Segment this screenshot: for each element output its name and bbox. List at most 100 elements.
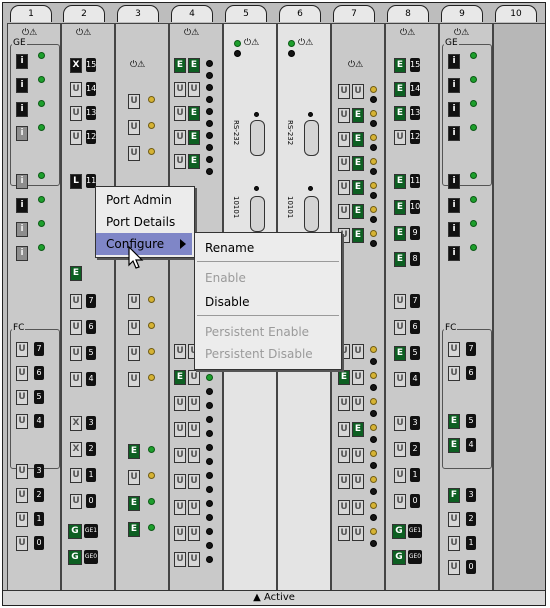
slot-7-port[interactable]: E — [352, 204, 364, 219]
slot-7-port[interactable]: U — [352, 526, 364, 541]
slot-5-serial-port[interactable] — [250, 120, 265, 156]
slot-9-fc-port[interactable]: U — [448, 560, 460, 575]
slot-9-ge-port[interactable]: i — [448, 102, 460, 117]
slot-4-port[interactable]: U — [174, 422, 186, 437]
slot-1-fc-port[interactable]: U — [16, 512, 28, 527]
slot-7-port[interactable]: U — [338, 526, 350, 541]
slot-4-port[interactable]: U — [188, 552, 200, 567]
slot-7-port[interactable]: U — [338, 84, 350, 99]
slot-2-port[interactable]: L — [70, 174, 82, 189]
slot-8-port[interactable]: E — [394, 200, 406, 215]
slot-1-ge-port[interactable]: i — [16, 102, 28, 117]
slot-3-port[interactable]: E — [128, 522, 140, 537]
slot-tab-8[interactable]: 8 — [387, 5, 429, 22]
submenu-item-persistent-enable[interactable]: Persistent Enable — [195, 321, 339, 343]
slot-1-ge-port[interactable]: i — [16, 54, 28, 69]
slot-2-port[interactable]: U — [70, 494, 82, 509]
slot-4-port[interactable]: E — [188, 154, 200, 169]
slot-7-port[interactable]: U — [352, 396, 364, 411]
slot-7-port[interactable]: E — [338, 370, 350, 385]
slot-8-port[interactable]: E — [394, 174, 406, 189]
slot-9-fc-port[interactable]: E — [448, 414, 460, 429]
slot-7-port[interactable]: U — [338, 132, 350, 147]
slot-tab-3[interactable]: 3 — [117, 5, 159, 22]
slot-3-blade[interactable]: ⏻⚠ U U U U U U U E U E E — [115, 23, 169, 593]
slot-6-net-port[interactable] — [304, 196, 319, 232]
slot-9-ge-port[interactable]: i — [448, 174, 460, 189]
slot-10-empty[interactable] — [493, 23, 545, 593]
slot-7-port[interactable]: U — [338, 156, 350, 171]
slot-7-port[interactable]: U — [352, 500, 364, 515]
slot-7-port[interactable]: U — [352, 370, 364, 385]
slot-7-port[interactable]: E — [352, 108, 364, 123]
slot-2-port[interactable]: X — [70, 442, 82, 457]
slot-2-port[interactable]: U — [70, 346, 82, 361]
slot-4-port[interactable]: E — [174, 58, 186, 73]
slot-7-port[interactable]: U — [338, 474, 350, 489]
slot-3-port[interactable]: U — [128, 372, 140, 387]
slot-4-port[interactable]: U — [174, 396, 186, 411]
slot-7-port[interactable]: E — [352, 132, 364, 147]
slot-7-port[interactable]: U — [352, 84, 364, 99]
submenu-item-rename[interactable]: Rename — [195, 237, 339, 259]
slot-8-port[interactable]: U — [394, 372, 406, 387]
slot-tab-5[interactable]: 5 — [225, 5, 267, 22]
slot-3-port[interactable]: E — [128, 496, 140, 511]
slot-2-port[interactable]: U — [70, 130, 82, 145]
slot-1-fc-port[interactable]: U — [16, 488, 28, 503]
slot-4-port[interactable]: U — [188, 448, 200, 463]
slot-9-ge-port[interactable]: i — [448, 246, 460, 261]
slot-1-fc-port[interactable]: U — [16, 464, 28, 479]
slot-9-ge-port[interactable]: i — [448, 126, 460, 141]
slot-4-port[interactable]: U — [188, 474, 200, 489]
slot-1-fc-port[interactable]: U — [16, 366, 28, 381]
slot-2-port[interactable]: U — [70, 294, 82, 309]
slot-1-fc-port[interactable]: U — [16, 536, 28, 551]
slot-3-port[interactable]: U — [128, 346, 140, 361]
slot-3-port[interactable]: U — [128, 146, 140, 161]
slot-2-port[interactable]: U — [70, 320, 82, 335]
slot-2-port[interactable]: U — [70, 82, 82, 97]
slot-3-port[interactable]: U — [128, 294, 140, 309]
slot-9-fc-port[interactable]: F — [448, 488, 460, 503]
slot-4-port[interactable]: U — [188, 500, 200, 515]
slot-4-port[interactable]: U — [174, 448, 186, 463]
slot-7-port[interactable]: U — [338, 422, 350, 437]
slot-9-ge-port[interactable]: i — [448, 222, 460, 237]
slot-2-port[interactable]: X — [70, 416, 82, 431]
slot-tab-4[interactable]: 4 — [171, 5, 213, 22]
slot-8-ge-port[interactable]: G — [392, 550, 406, 565]
slot-4-port[interactable]: U — [174, 154, 186, 169]
slot-4-port[interactable]: U — [188, 370, 200, 385]
slot-4-port[interactable]: U — [174, 344, 186, 359]
slot-9-ge-port[interactable]: i — [448, 198, 460, 213]
slot-tab-6[interactable]: 6 — [279, 5, 321, 22]
slot-2-port[interactable]: X — [70, 58, 82, 73]
slot-9-ge-port[interactable]: i — [448, 54, 460, 69]
slot-8-port[interactable]: E — [394, 82, 406, 97]
slot-1-ge-port[interactable]: i — [16, 78, 28, 93]
slot-4-port[interactable]: E — [174, 370, 186, 385]
slot-4-port[interactable]: U — [174, 474, 186, 489]
slot-7-port[interactable]: E — [352, 156, 364, 171]
slot-2-ge-port[interactable]: G — [68, 524, 82, 539]
slot-8-port[interactable]: U — [394, 442, 406, 457]
slot-3-port[interactable]: E — [128, 444, 140, 459]
slot-4-port[interactable]: U — [188, 422, 200, 437]
slot-3-port[interactable]: U — [128, 470, 140, 485]
slot-3-port[interactable]: U — [128, 320, 140, 335]
slot-7-port[interactable]: U — [338, 500, 350, 515]
slot-7-port[interactable]: U — [338, 108, 350, 123]
slot-tab-2[interactable]: 2 — [63, 5, 105, 22]
slot-1-blade[interactable]: ⏻⚠ GE i i i i i i i i FC U U U U U U U U… — [7, 23, 61, 593]
slot-4-port[interactable]: E — [188, 58, 200, 73]
slot-9-fc-port[interactable]: U — [448, 536, 460, 551]
slot-4-port[interactable]: U — [174, 106, 186, 121]
slot-8-port[interactable]: U — [394, 494, 406, 509]
slot-4-port[interactable]: E — [188, 106, 200, 121]
slot-8-port[interactable]: E — [394, 226, 406, 241]
slot-7-port[interactable]: E — [352, 228, 364, 243]
slot-8-port[interactable]: E — [394, 346, 406, 361]
slot-tab-9[interactable]: 9 — [441, 5, 483, 22]
slot-9-fc-port[interactable]: E — [448, 438, 460, 453]
